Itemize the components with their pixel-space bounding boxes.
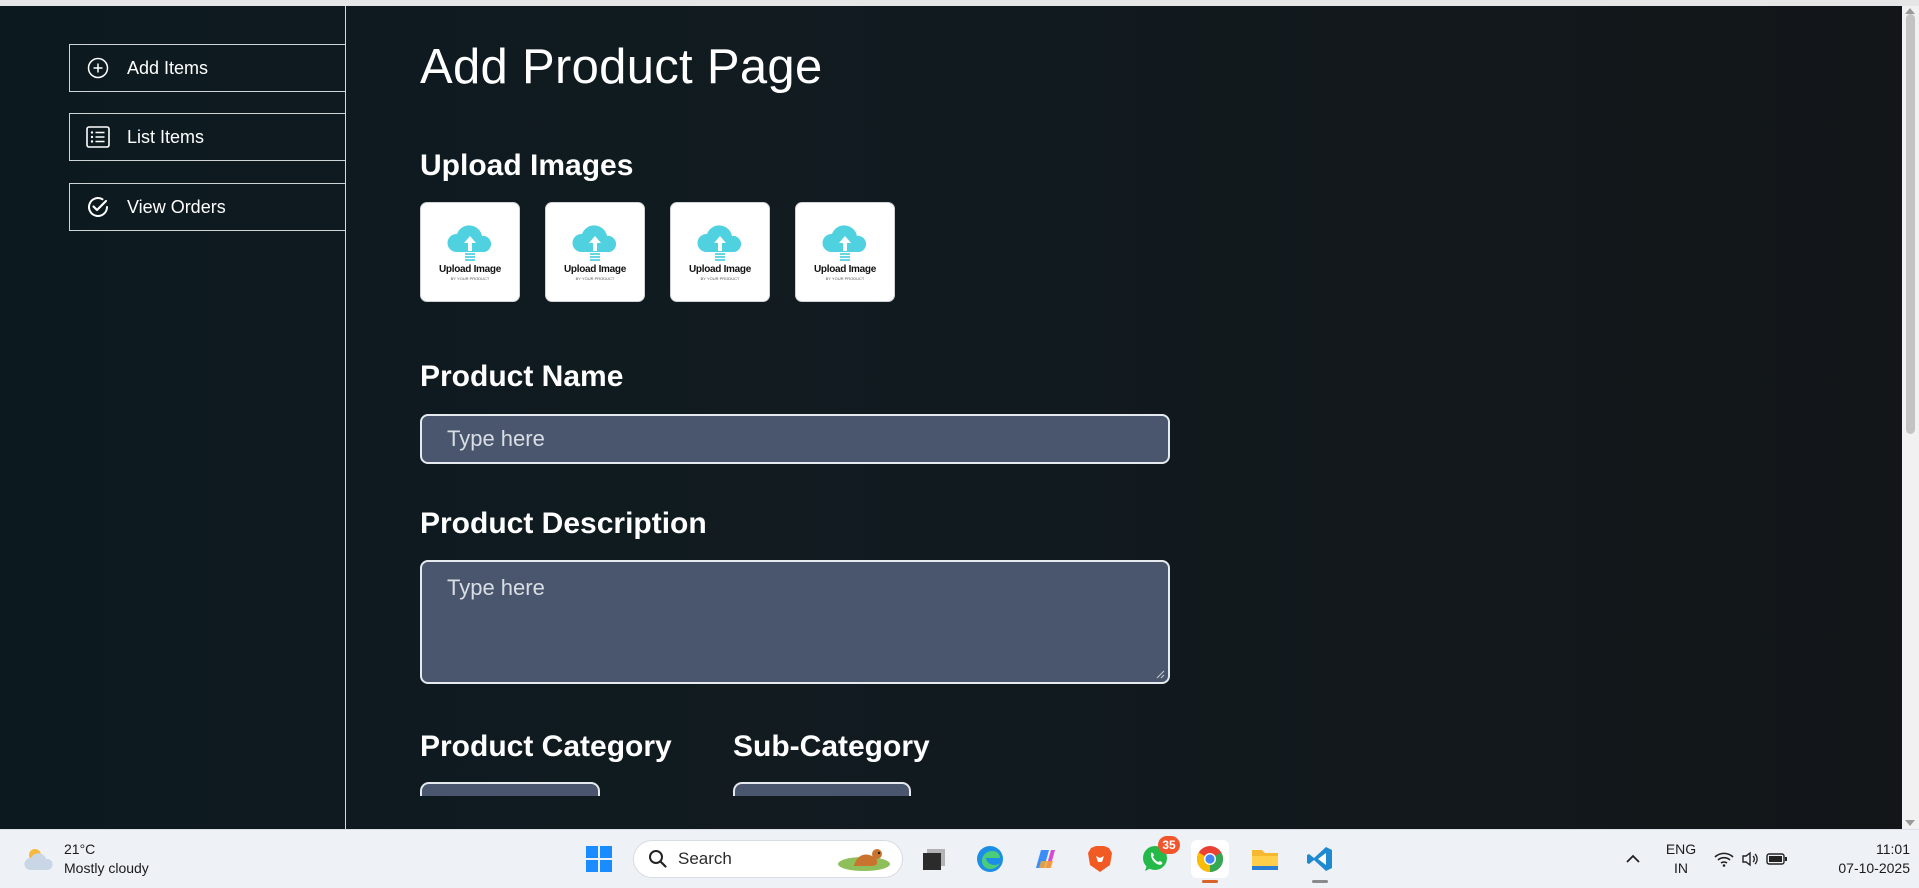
product-description-placeholder: Type here (447, 575, 545, 600)
wifi-icon (1714, 852, 1734, 867)
upload-image-slot-4[interactable]: Upload Image BY YOUR PRODUCT (795, 202, 895, 302)
cloud-sun-icon (24, 849, 53, 870)
brave-browser-icon (1088, 846, 1112, 872)
weather-widget[interactable]: 21°C Mostly cloudy (22, 840, 149, 878)
cloud-upload-icon (572, 224, 617, 261)
quick-settings-button[interactable] (1711, 840, 1791, 878)
product-name-placeholder: Type here (447, 426, 545, 451)
admin-app: Add Items List Items View Orders Add Pro… (0, 6, 1902, 829)
taskbar-search[interactable]: Search (633, 840, 903, 878)
upload-image-slot-2[interactable]: Upload Image BY YOUR PRODUCT (545, 202, 645, 302)
running-app-indicator (1312, 880, 1328, 883)
sidebar-item-list-items[interactable]: List Items (69, 113, 345, 161)
volume-icon (1742, 851, 1758, 867)
weather-temperature: 21°C (64, 841, 96, 857)
taskbar-file-explorer[interactable] (1246, 840, 1284, 878)
plus-circle-icon (85, 55, 111, 81)
clock-date: 07-10-2025 (1838, 860, 1910, 876)
upload-image-subtext: BY YOUR PRODUCT (825, 275, 865, 281)
upload-image-subtext: BY YOUR PRODUCT (575, 275, 615, 281)
upload-images-label: Upload Images (420, 149, 634, 182)
product-description-textarea[interactable]: Type here (420, 560, 1170, 684)
product-description-label: Product Description (420, 507, 707, 540)
cloud-upload-icon (447, 224, 492, 261)
sidebar-item-label: View Orders (127, 196, 226, 217)
taskbar-brave[interactable] (1081, 840, 1119, 878)
page-title: Add Product Page (420, 40, 823, 94)
windows-taskbar: 21°C Mostly cloudy Search 35 ENG IN 11:0… (0, 829, 1919, 888)
search-placeholder: Search (678, 849, 732, 868)
upload-image-slot-3[interactable]: Upload Image BY YOUR PRODUCT (670, 202, 770, 302)
language-indicator[interactable]: ENG IN (1660, 840, 1702, 878)
resize-grip-icon[interactable] (1156, 670, 1165, 679)
upload-image-text: Upload Image (689, 263, 751, 275)
edge-browser-icon (977, 846, 1003, 872)
upload-image-text: Upload Image (814, 263, 876, 275)
vscode-icon (1307, 847, 1332, 871)
system-clock[interactable]: 11:01 07-10-2025 (1810, 840, 1910, 878)
windows-logo-icon (586, 846, 612, 872)
cloud-upload-icon (697, 224, 742, 261)
upload-image-text: Upload Image (439, 263, 501, 275)
taskbar-copilot[interactable] (1026, 840, 1064, 878)
product-name-label: Product Name (420, 360, 624, 393)
upload-image-slot-1[interactable]: Upload Image BY YOUR PRODUCT (420, 202, 520, 302)
active-app-indicator (1202, 880, 1218, 883)
upload-image-subtext: BY YOUR PRODUCT (450, 275, 490, 281)
page-scrollbar[interactable] (1902, 6, 1919, 829)
windows-start-button[interactable] (580, 840, 618, 878)
upload-image-text: Upload Image (564, 263, 626, 275)
sidebar-item-label: List Items (127, 126, 205, 147)
region-code: IN (1674, 860, 1688, 876)
scroll-down-icon[interactable] (1905, 820, 1915, 826)
clock-time: 11:01 (1876, 841, 1910, 857)
chrome-browser-icon (1196, 846, 1224, 873)
list-icon (85, 124, 111, 150)
task-view-icon (923, 849, 945, 870)
copilot-icon (1036, 850, 1055, 868)
product-category-label: Product Category (420, 730, 672, 763)
taskbar-vscode[interactable] (1301, 840, 1339, 883)
chevron-up-icon (1626, 854, 1640, 863)
check-circle-icon (85, 194, 111, 220)
taskbar-whatsapp[interactable]: 35 (1136, 836, 1180, 878)
upload-image-subtext: BY YOUR PRODUCT (700, 275, 740, 281)
weather-condition: Mostly cloudy (64, 860, 149, 876)
folder-icon (1252, 850, 1278, 870)
product-name-input[interactable]: Type here (420, 414, 1170, 464)
battery-icon (1765, 853, 1787, 865)
scrollbar-thumb[interactable] (1906, 14, 1915, 434)
whatsapp-unread-badge: 35 (1158, 836, 1180, 854)
sub-category-select[interactable] (733, 782, 911, 796)
sidebar: Add Items List Items View Orders (0, 6, 346, 829)
show-hidden-icons-button[interactable] (1614, 840, 1652, 878)
language-code: ENG (1665, 841, 1697, 857)
taskbar-task-view[interactable] (915, 840, 953, 878)
sub-category-label: Sub-Category (733, 730, 930, 763)
sidebar-item-view-orders[interactable]: View Orders (69, 183, 345, 231)
taskbar-chrome[interactable] (1191, 840, 1229, 883)
cloud-upload-icon (822, 224, 867, 261)
search-icon (649, 850, 667, 868)
sidebar-item-label: Add Items (127, 57, 209, 78)
product-category-select[interactable] (420, 782, 600, 796)
taskbar-edge[interactable] (971, 840, 1009, 878)
sidebar-item-add-items[interactable]: Add Items (69, 44, 345, 92)
search-highlight-icon (838, 849, 890, 871)
add-product-form: Add Product Page Upload Images Upload Im… (420, 6, 1902, 829)
